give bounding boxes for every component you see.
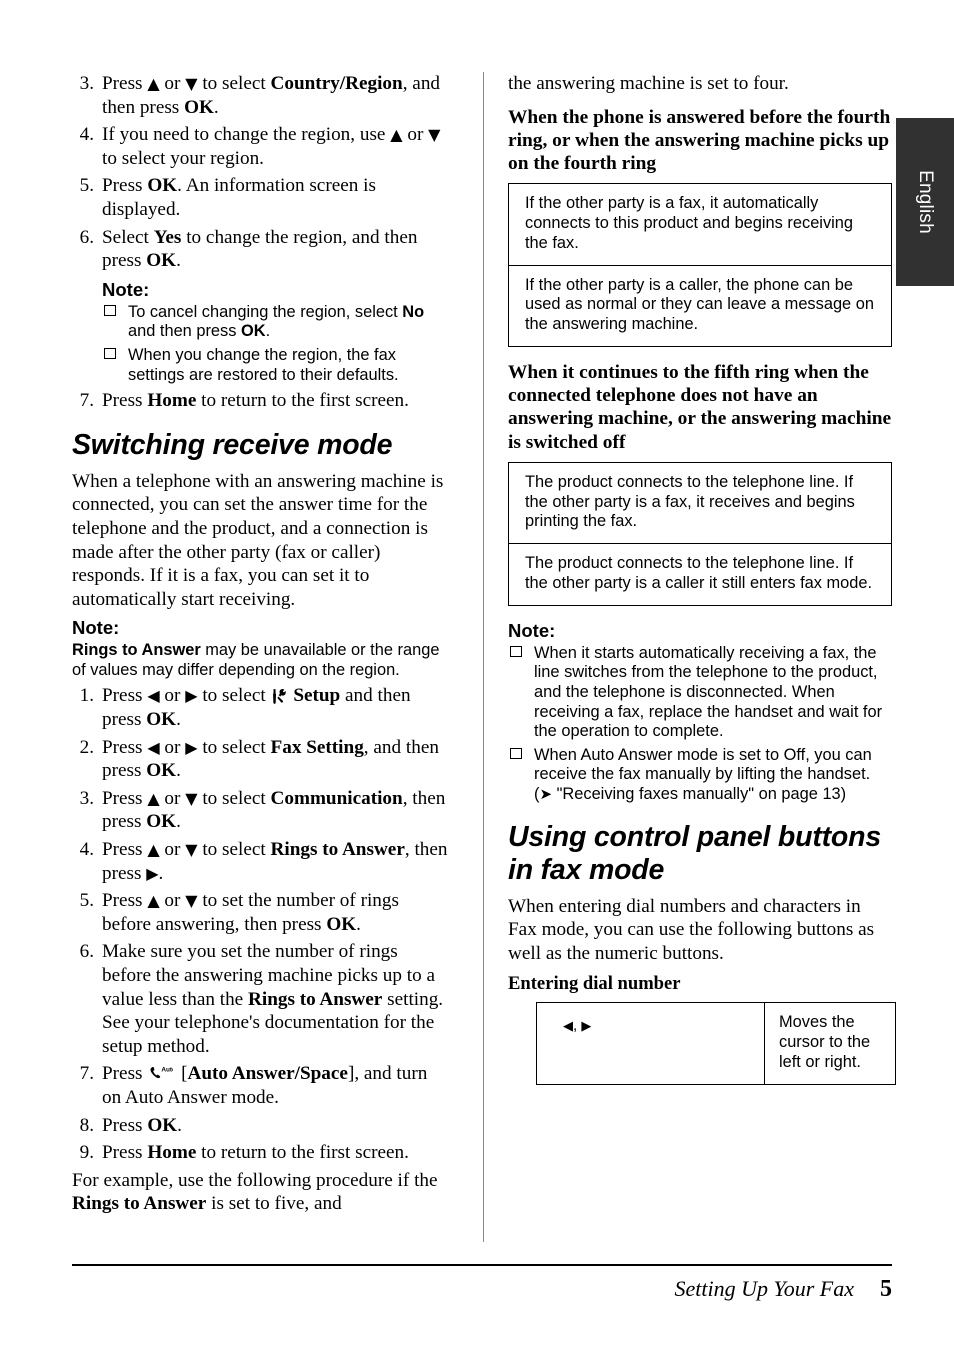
list-item: 4. If you need to change the region, use…	[72, 123, 450, 170]
step-text: Select Yes to change the region, and the…	[102, 226, 418, 272]
note-bullet-list: When it starts automatically receiving a…	[508, 644, 892, 805]
list-item: 7. Press Home to return to the first scr…	[72, 389, 450, 413]
intro-paragraph: When a telephone with an answering machi…	[72, 470, 444, 610]
closing-paragraph: For example, use the following procedure…	[72, 1169, 438, 1215]
list-item: When it starts automatically receiving a…	[508, 644, 892, 742]
note-bullet-list: To cancel changing the region, select No…	[102, 303, 450, 385]
list-item: 5. Press OK. An information screen is di…	[72, 174, 450, 221]
step-text: Press Home to return to the first screen…	[102, 1142, 409, 1164]
subheading-continues-to-fifth-ring: When it continues to the fifth ring when…	[508, 361, 892, 453]
step-number: 2.	[79, 736, 94, 758]
step-number: 4.	[79, 124, 94, 146]
step-text: Press ▲ or ▼ to select Rings to Answer, …	[102, 839, 448, 884]
note-body-text: Rings to Answer may be unavailable or th…	[72, 641, 440, 679]
step-number: 8.	[79, 1114, 94, 1136]
step-number: 5.	[79, 890, 94, 912]
list-item: When you change the region, the fax sett…	[102, 346, 450, 385]
list-item: 6. Select Yes to change the region, and …	[72, 226, 450, 273]
section-heading-switching-receive-mode: Switching receive mode	[72, 428, 393, 461]
step-text: Press Auto [Auto Answer/Space], and turn…	[102, 1063, 428, 1108]
list-item: 7. Press Auto [Auto Answer/Space], and t…	[72, 1062, 450, 1109]
language-tab-english: English	[896, 118, 954, 286]
list-item: To cancel changing the region, select No…	[102, 303, 450, 342]
table-cell: The product connects to the telephone li…	[508, 543, 892, 606]
language-tab-label: English	[915, 170, 936, 234]
page-number: 5	[880, 1276, 892, 1302]
list-item: 1. Press ◀ or ▶ to select Setup and then…	[72, 684, 450, 731]
intro-paragraph: When entering dial numbers and character…	[508, 895, 875, 964]
step-number: 3.	[79, 73, 94, 94]
step-number: 5.	[79, 175, 94, 197]
step-number: 9.	[79, 1142, 94, 1164]
step-text: Press ▲ or ▼ to set the number of rings …	[102, 890, 399, 935]
dial-key-table: ◀, ▶ Moves the cursor to the left or rig…	[536, 1002, 896, 1085]
checkbox-bullet-icon	[104, 347, 116, 359]
key-glyph-cell: ◀, ▶	[536, 1002, 765, 1085]
step-number: 1.	[79, 685, 94, 707]
table-cell: The product connects to the telephone li…	[508, 461, 892, 545]
table-row: The product connects to the telephone li…	[508, 461, 892, 545]
list-item: 5. Press ▲ or ▼ to set the number of rin…	[72, 889, 450, 936]
step-number: 3.	[79, 787, 94, 809]
note-item-text: When Auto Answer mode is set to Off, you…	[534, 745, 872, 803]
left-column: 3. Press ▲ or ▼ to select Country/Region…	[72, 72, 450, 1222]
step-text: Press ▲ or ▼ to select Communication, th…	[102, 787, 446, 833]
step-seven-list: 7. Press Home to return to the first scr…	[72, 389, 450, 413]
table-cell: If the other party is a caller, the phon…	[508, 264, 892, 347]
receive-behavior-table-1: If the other party is a fax, it automati…	[508, 183, 892, 347]
step-number: 4.	[79, 839, 94, 861]
subheading-phone-answered-before-fourth-ring: When the phone is answered before the fo…	[508, 106, 891, 174]
checkbox-bullet-icon	[510, 645, 522, 657]
step-text: If you need to change the region, use ▲ …	[102, 124, 441, 169]
list-item: 2. Press ◀ or ▶ to select Fax Setting, a…	[72, 736, 450, 783]
note-item-text: When it starts automatically receiving a…	[534, 643, 883, 741]
note-heading: Note:	[72, 617, 120, 639]
table-row: If the other party is a caller, the phon…	[508, 264, 892, 347]
note-item-text: When you change the region, the fax sett…	[128, 345, 399, 384]
table-cell: If the other party is a fax, it automati…	[508, 183, 892, 266]
steps-main-list: 1. Press ◀ or ▶ to select Setup and then…	[72, 684, 450, 1164]
phone-auto-answer-icon: Auto	[149, 1065, 176, 1082]
list-item: 4. Press ▲ or ▼ to select Rings to Answe…	[72, 838, 450, 885]
step-text: Press ▲ or ▼ to select Country/Region, a…	[102, 73, 441, 118]
step-text: Make sure you set the number of rings be…	[102, 941, 444, 1057]
checkbox-bullet-icon	[510, 747, 522, 759]
right-column: the answering machine is set to four. Wh…	[508, 72, 896, 1099]
steps-region-list: 3. Press ▲ or ▼ to select Country/Region…	[72, 72, 450, 273]
step-text: Press ◀ or ▶ to select Setup and then pr…	[102, 685, 411, 731]
page-canvas: English 3. Press ▲ or ▼ to select Countr…	[0, 0, 954, 1352]
list-item: 9. Press Home to return to the first scr…	[72, 1141, 450, 1165]
table-row: ◀, ▶ Moves the cursor to the left or rig…	[536, 1002, 896, 1085]
footer: Setting Up Your Fax 5	[72, 1276, 892, 1303]
key-description-cell: Moves the cursor to the left or right.	[764, 1002, 896, 1085]
list-item: 3. Press ▲ or ▼ to select Country/Region…	[72, 72, 450, 119]
list-item: 8. Press OK.	[72, 1114, 450, 1138]
svg-text:Auto: Auto	[162, 1067, 174, 1074]
note-item-text: To cancel changing the region, select No…	[128, 302, 425, 341]
list-item: When Auto Answer mode is set to Off, you…	[508, 746, 892, 805]
checkbox-bullet-icon	[104, 304, 116, 316]
list-item: 6. Make sure you set the number of rings…	[72, 940, 450, 1058]
section-heading-using-control-panel-buttons: Using control panel buttons in fax mode	[508, 820, 882, 886]
table-row: The product connects to the telephone li…	[508, 543, 892, 606]
subheading-entering-dial-number: Entering dial number	[508, 973, 681, 995]
step-text: Press Home to return to the first screen…	[102, 390, 409, 412]
step-text: Press OK. An information screen is displ…	[102, 175, 376, 220]
step-text: Press OK.	[102, 1114, 182, 1136]
step-number: 6.	[79, 226, 94, 248]
continued-paragraph: the answering machine is set to four.	[508, 73, 789, 94]
setup-tools-icon	[272, 687, 287, 705]
footer-title: Setting Up Your Fax	[674, 1276, 854, 1301]
step-text: Press ◀ or ▶ to select Fax Setting, and …	[102, 736, 439, 782]
note-heading: Note:	[102, 278, 150, 300]
step-number: 7.	[79, 390, 94, 412]
receive-behavior-table-2: The product connects to the telephone li…	[508, 461, 892, 606]
step-number: 7.	[79, 1063, 94, 1085]
step-number: 6.	[79, 941, 94, 963]
footer-rule	[72, 1264, 892, 1266]
table-row: If the other party is a fax, it automati…	[508, 183, 892, 266]
column-divider	[483, 72, 484, 1242]
list-item: 3. Press ▲ or ▼ to select Communication,…	[72, 787, 450, 834]
note-heading: Note:	[508, 619, 556, 641]
